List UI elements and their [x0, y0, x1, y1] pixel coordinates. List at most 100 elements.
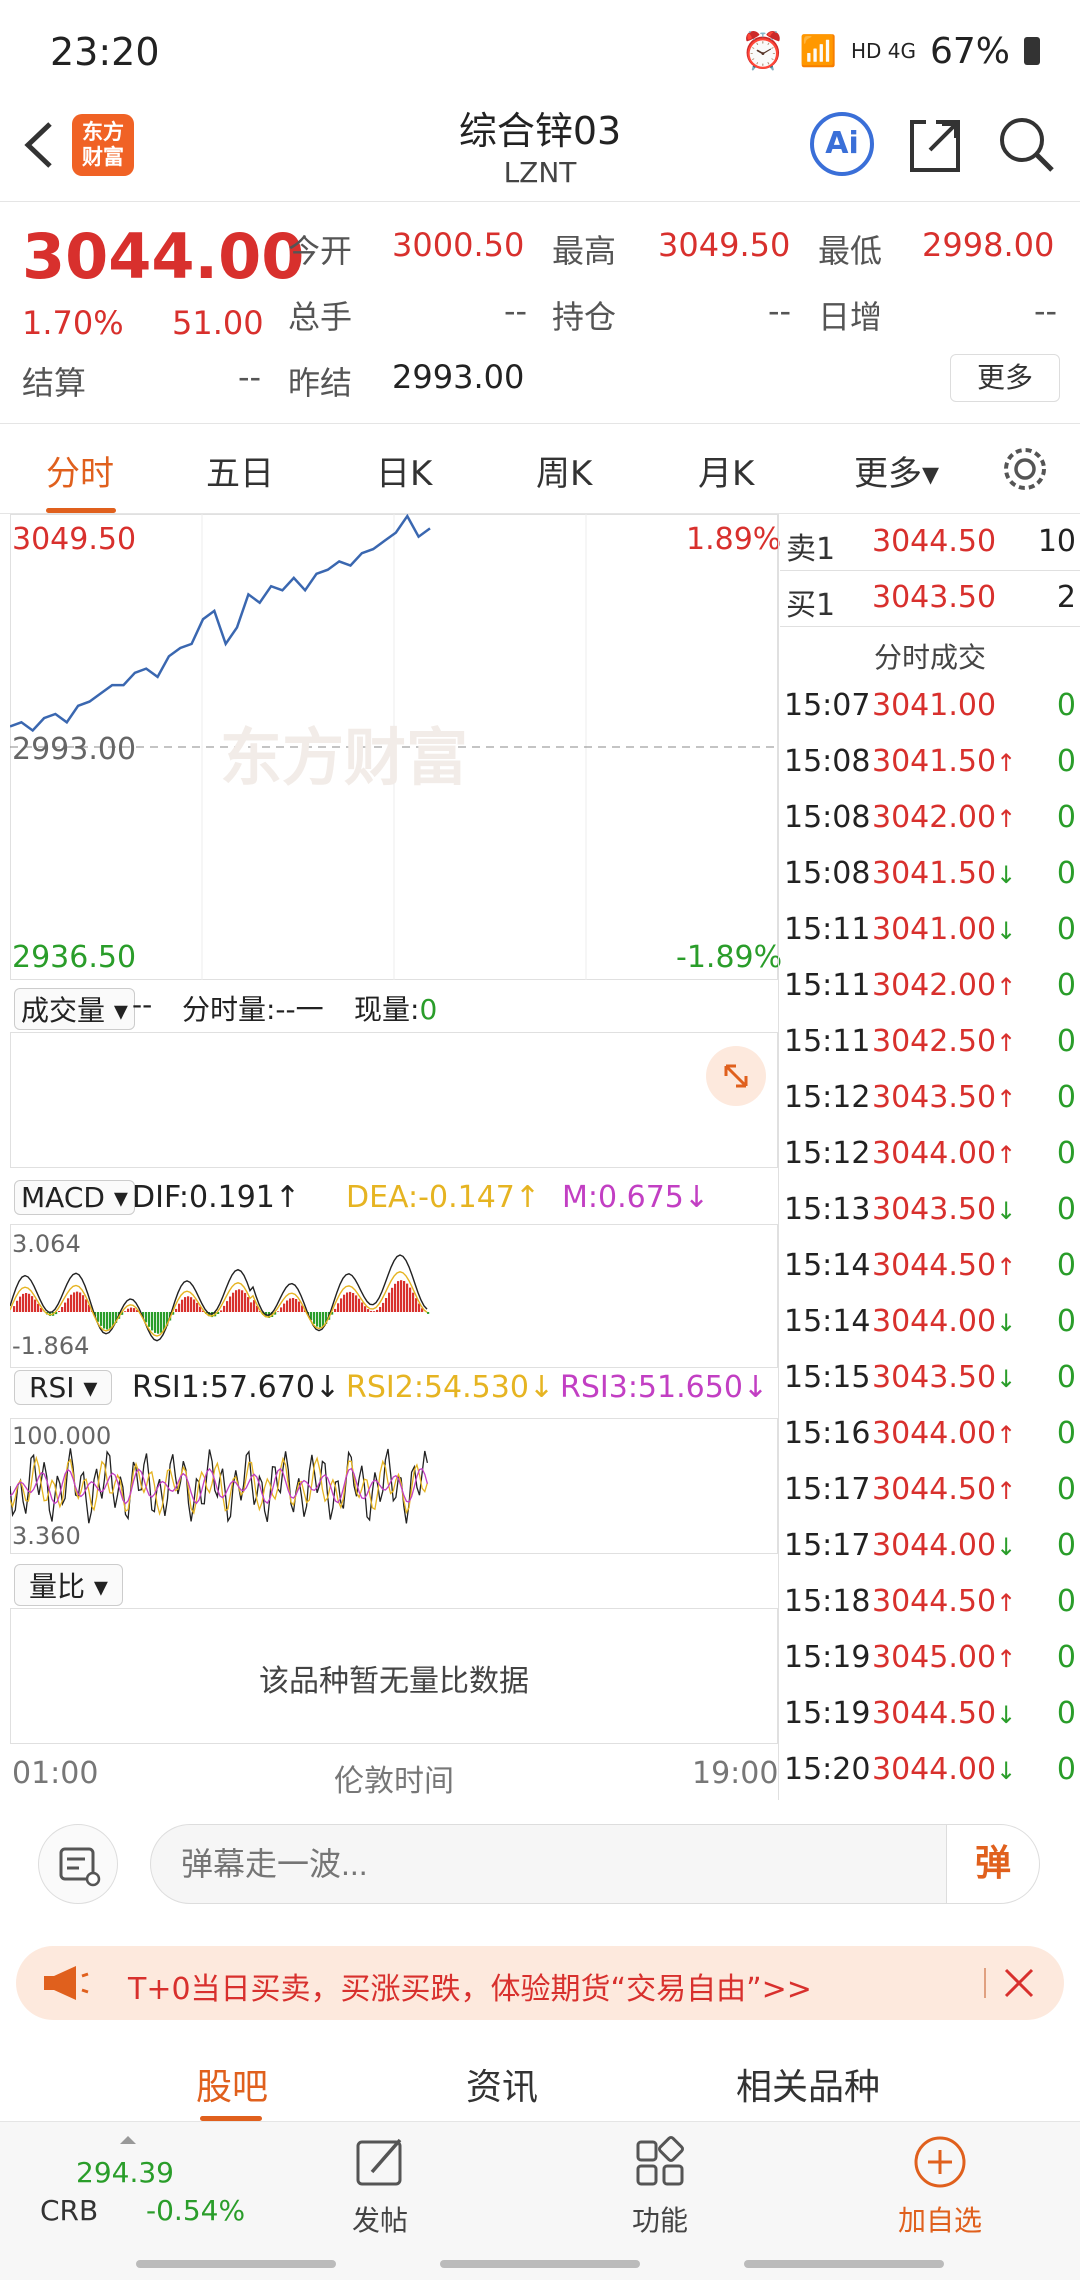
share-icon[interactable] [906, 114, 966, 174]
macd-bar [361, 1302, 364, 1312]
current-volume-value: 0 [419, 993, 438, 1026]
macd-bar [100, 1312, 103, 1326]
nav-function[interactable]: 功能 [580, 2132, 740, 2239]
expand-button[interactable] [706, 1046, 766, 1106]
nav-function-label: 功能 [631, 2204, 688, 2237]
trades-title: 分时成交 [873, 641, 986, 674]
trades-list[interactable]: 15:07 3041.00 0 15:08 3041.50↑ 0 15:08 3042.00↑… [778, 688, 1080, 1800]
trade-price: 3044.00↓ [872, 1528, 1016, 1563]
close-icon[interactable] [1000, 1964, 1038, 2002]
nav-post[interactable]: 发帖 [300, 2132, 460, 2239]
trade-row: 15:17 3044.00↓ 0 [778, 1528, 1080, 1584]
search-icon[interactable] [996, 114, 1056, 174]
macd-bar [175, 1308, 178, 1312]
ratio-selector[interactable]: 量比 ▾ [14, 1564, 123, 1606]
trade-time: 15:12 [784, 1136, 871, 1171]
trade-volume: 0 [1056, 1528, 1076, 1563]
macd-bar [394, 1283, 397, 1312]
macd-bar [322, 1312, 325, 1327]
trade-price: 3043.50↓ [872, 1360, 1016, 1395]
macd-bar [58, 1311, 61, 1312]
bid-label: 买1 [786, 588, 836, 623]
macd-bar [388, 1292, 391, 1312]
grid-icon [636, 2136, 684, 2186]
status-bar: 23:20 ⏰ 📶 HD 4G 67% [0, 0, 1080, 100]
trade-row: 15:17 3044.50↑ 0 [778, 1472, 1080, 1528]
tab-five-day[interactable]: 五日 [206, 446, 274, 495]
trade-direction-icon: ↓ [996, 1533, 1017, 1561]
macd-bar [34, 1299, 37, 1312]
nav-add-label: 加自选 [897, 2204, 982, 2237]
macd-bar [97, 1312, 100, 1322]
macd-bar [154, 1312, 157, 1333]
trade-price: 3043.50↑ [872, 1080, 1016, 1115]
trade-volume: 0 [1056, 1360, 1076, 1395]
trade-row: 15:14 3044.50↑ 0 [778, 1248, 1080, 1304]
tab-more[interactable]: 更多▾ [854, 446, 939, 495]
app-header: 东方财富 综合锌03 LZNT Ai [0, 100, 1080, 202]
macd-bar [61, 1307, 64, 1312]
rsi-selector-label: RSI [29, 1371, 75, 1404]
tab-monthly-k[interactable]: 月K [698, 446, 754, 495]
daily-inc-label: 日增 [818, 298, 883, 336]
tab-weekly-k[interactable]: 周K [536, 446, 592, 495]
macd-bar [193, 1299, 196, 1312]
macd-bar [352, 1293, 355, 1312]
trade-time: 15:16 [784, 1416, 871, 1451]
trade-price: 3042.50↑ [872, 1024, 1016, 1059]
index-ticker[interactable]: 294.39 CRB -0.54% [30, 2136, 250, 2236]
macd-bar [289, 1298, 292, 1312]
danmu-input[interactable] [150, 1824, 946, 1904]
tab-forum[interactable]: 股吧 [196, 2058, 268, 2110]
ai-button[interactable]: Ai [810, 112, 874, 176]
trade-price-value: 3041.50 [872, 856, 997, 891]
promo-banner[interactable]: T+0当日买卖，买涨买跌，体验期货“交易自由”>> [16, 1946, 1064, 2020]
trade-volume: 0 [1056, 1696, 1076, 1731]
trade-row: 15:18 3044.50↑ 0 [778, 1584, 1080, 1640]
order-book[interactable]: 卖1 3044.50 10 买1 3043.50 2 [780, 514, 1080, 626]
trade-price-value: 3045.00 [872, 1640, 997, 1675]
macd-bar [292, 1298, 295, 1312]
macd-bar [337, 1303, 340, 1312]
macd-chart [10, 1254, 430, 1342]
trade-direction-icon: ↑ [996, 1421, 1017, 1449]
nav-add-watchlist[interactable]: 加自选 [860, 2132, 1020, 2239]
trade-time: 15:14 [784, 1248, 871, 1283]
danmu-send-button[interactable]: 弹 [946, 1824, 1040, 1904]
trade-volume: 0 [1056, 800, 1076, 835]
macd-bar [85, 1299, 88, 1312]
trade-row: 15:14 3044.00↓ 0 [778, 1304, 1080, 1360]
macd-bar [130, 1307, 133, 1312]
settings-icon[interactable] [1000, 444, 1050, 494]
tab-daily-k[interactable]: 日K [376, 446, 432, 495]
macd-bar [403, 1281, 406, 1312]
trade-direction-icon: ↓ [996, 1701, 1017, 1729]
trade-time: 15:07 [784, 688, 871, 723]
trade-row: 15:08 3041.50↑ 0 [778, 744, 1080, 800]
x-tick-end: 19:00 [692, 1756, 779, 1791]
last-price: 3044.00 [22, 220, 305, 293]
tab-news[interactable]: 资讯 [466, 2058, 538, 2110]
trade-price-value: 3044.00 [872, 1136, 997, 1171]
rsi-chart [10, 1448, 429, 1524]
trade-price: 3043.50↓ [872, 1192, 1016, 1227]
macd-bar [238, 1289, 241, 1312]
macd-bar [373, 1311, 376, 1312]
tab-related[interactable]: 相关品种 [736, 2058, 880, 2110]
macd-bar [346, 1292, 349, 1312]
more-button[interactable]: 更多 [950, 354, 1060, 402]
trade-direction-icon: ↓ [996, 1757, 1017, 1785]
macd-selector[interactable]: MACD ▾ [14, 1180, 135, 1215]
macd-bar [127, 1308, 130, 1312]
trade-volume: 0 [1056, 688, 1076, 723]
trade-time: 15:20 [784, 1752, 871, 1787]
trade-time: 15:14 [784, 1304, 871, 1339]
macd-bar [196, 1302, 199, 1312]
tab-intraday[interactable]: 分时 [46, 446, 114, 495]
rsi-selector[interactable]: RSI ▾ [14, 1370, 113, 1405]
macd-bar [160, 1312, 163, 1333]
comment-list-button[interactable] [38, 1824, 118, 1904]
macd-bar [223, 1305, 226, 1312]
current-volume-label: 现量:0 [354, 993, 438, 1026]
volume-selector[interactable]: 成交量 ▾ [14, 988, 135, 1030]
